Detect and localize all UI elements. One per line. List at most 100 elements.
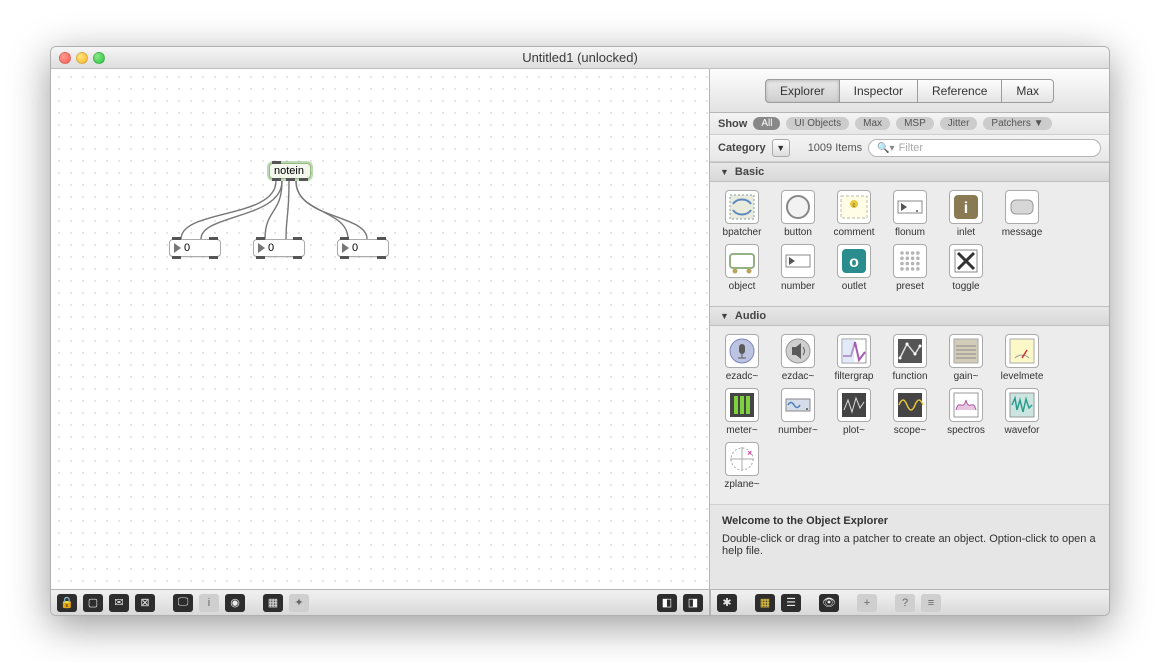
help-button[interactable]: ? [895, 594, 915, 612]
new-xbox-button[interactable]: ⊠ [135, 594, 155, 612]
tab-max[interactable]: Max [1002, 79, 1054, 103]
patcher-area: notein 0 0 [51, 69, 709, 615]
palette-item-bpatcher[interactable]: bpatcher [714, 190, 770, 238]
item-count: 1009 Items [808, 142, 862, 154]
palette-item-filtergrap[interactable]: filtergrap [826, 334, 882, 382]
palette-item-ezadc-sig[interactable]: ezadc~ [714, 334, 770, 382]
zoom-window-button[interactable] [93, 52, 105, 64]
inlet-port[interactable] [256, 237, 265, 240]
palette-item-label: object [715, 281, 769, 292]
outlet-port[interactable] [299, 178, 308, 181]
palette-item-outlet[interactable]: ooutlet [826, 244, 882, 292]
eye-button[interactable]: 👁 [819, 594, 839, 612]
new-message-button[interactable]: ✉ [109, 594, 129, 612]
palette-item-label: levelmete [995, 371, 1049, 382]
pill-max[interactable]: Max [855, 117, 890, 130]
explorer-scroll[interactable]: ▼ Basic bpatcherbuttonccommentflonumiinl… [710, 162, 1109, 504]
list-button[interactable]: ≡ [921, 594, 941, 612]
palette-item-plot-sig[interactable]: plot~ [826, 388, 882, 436]
inlet-port[interactable] [172, 237, 181, 240]
outlet-port[interactable] [209, 256, 218, 259]
settings-button[interactable]: ✱ [717, 594, 737, 612]
grid-view-button[interactable]: ▦ [755, 594, 775, 612]
palette-item-object[interactable]: object [714, 244, 770, 292]
pill-ui-objects[interactable]: UI Objects [786, 117, 849, 130]
welcome-heading: Welcome to the Object Explorer [722, 515, 1097, 527]
pill-msp[interactable]: MSP [896, 117, 934, 130]
palette-item-button[interactable]: button [770, 190, 826, 238]
palette-item-spectros[interactable]: spectros [938, 388, 994, 436]
category-dropdown[interactable]: ▼ [772, 139, 790, 157]
lock-button[interactable]: 🔒 [57, 594, 77, 612]
palette-item-preset[interactable]: preset [882, 244, 938, 292]
audio-button[interactable]: ◉ [225, 594, 245, 612]
inlet-port[interactable] [377, 237, 386, 240]
number-box-2[interactable]: 0 [253, 239, 305, 257]
palette-item-gain-sig[interactable]: gain~ [938, 334, 994, 382]
palette-item-message[interactable]: message [994, 190, 1050, 238]
outlet-port[interactable] [256, 256, 265, 259]
palette-item-flonum[interactable]: flonum [882, 190, 938, 238]
palette-item-number-sig[interactable]: number~ [770, 388, 826, 436]
palette-item-number[interactable]: number [770, 244, 826, 292]
new-object-button[interactable]: ▢ [83, 594, 103, 612]
outlet-port[interactable] [293, 256, 302, 259]
outlet-port[interactable] [377, 256, 386, 259]
info-button[interactable]: i [199, 594, 219, 612]
minimize-window-button[interactable] [76, 52, 88, 64]
outlet-port[interactable] [340, 256, 349, 259]
number-box-3[interactable]: 0 [337, 239, 389, 257]
snap-button[interactable]: ✦ [289, 594, 309, 612]
palette-item-comment[interactable]: ccomment [826, 190, 882, 238]
list-view-button[interactable]: ☰ [781, 594, 801, 612]
outlet-port[interactable] [272, 178, 281, 181]
present-button[interactable]: 🖵 [173, 594, 193, 612]
app-window: Untitled1 (unlocked) notein [50, 46, 1110, 616]
palette-item-meter-sig[interactable]: meter~ [714, 388, 770, 436]
palette-item-wavefor[interactable]: wavefor [994, 388, 1050, 436]
category-label: Category [718, 142, 766, 154]
patcher-canvas[interactable]: notein 0 0 [51, 69, 709, 589]
outlet-icon: o [837, 244, 871, 278]
add-button[interactable]: + [857, 594, 877, 612]
search-placeholder: Filter [899, 142, 923, 154]
pill-patchers[interactable]: Patchers ▼ [983, 117, 1051, 130]
filter-search[interactable]: 🔍▾ Filter [868, 139, 1101, 157]
palette-item-ezdac-sig[interactable]: ezdac~ [770, 334, 826, 382]
palette-item-inlet[interactable]: iinlet [938, 190, 994, 238]
side-panel: Explorer Inspector Reference Max Show Al… [709, 69, 1109, 615]
gain-icon [949, 334, 983, 368]
tab-explorer[interactable]: Explorer [765, 79, 840, 103]
ezdac-icon [781, 334, 815, 368]
tab-reference[interactable]: Reference [918, 79, 1002, 103]
inlet-port[interactable] [272, 161, 281, 164]
tab-inspector[interactable]: Inspector [840, 79, 918, 103]
outlet-port[interactable] [172, 256, 181, 259]
number-value: 0 [184, 242, 190, 254]
number-box-1[interactable]: 0 [169, 239, 221, 257]
outlet-port[interactable] [286, 178, 295, 181]
levelmeter-icon [1005, 334, 1039, 368]
meter-icon [725, 388, 759, 422]
grid-button[interactable]: ▦ [263, 594, 283, 612]
close-window-button[interactable] [59, 52, 71, 64]
inlet-port[interactable] [293, 237, 302, 240]
preset-icon [893, 244, 927, 278]
palette-item-function[interactable]: function [882, 334, 938, 382]
pill-all[interactable]: All [753, 117, 780, 130]
sidebar-right-button[interactable]: ◨ [683, 594, 703, 612]
palette-item-toggle[interactable]: toggle [938, 244, 994, 292]
section-basic[interactable]: ▼ Basic [710, 162, 1109, 182]
sidebar-left-button[interactable]: ◧ [657, 594, 677, 612]
pill-jitter[interactable]: Jitter [940, 117, 978, 130]
section-audio[interactable]: ▼ Audio [710, 306, 1109, 326]
palette-item-label: bpatcher [715, 227, 769, 238]
comment-icon: c [837, 190, 871, 224]
palette-item-scope-sig[interactable]: scope~ [882, 388, 938, 436]
notein-object[interactable]: notein [269, 163, 311, 179]
palette-item-zplane-sig[interactable]: ×zplane~ [714, 442, 770, 490]
palette-item-label: toggle [939, 281, 993, 292]
palette-item-levelmete[interactable]: levelmete [994, 334, 1050, 382]
inlet-port[interactable] [340, 237, 349, 240]
inlet-port[interactable] [209, 237, 218, 240]
